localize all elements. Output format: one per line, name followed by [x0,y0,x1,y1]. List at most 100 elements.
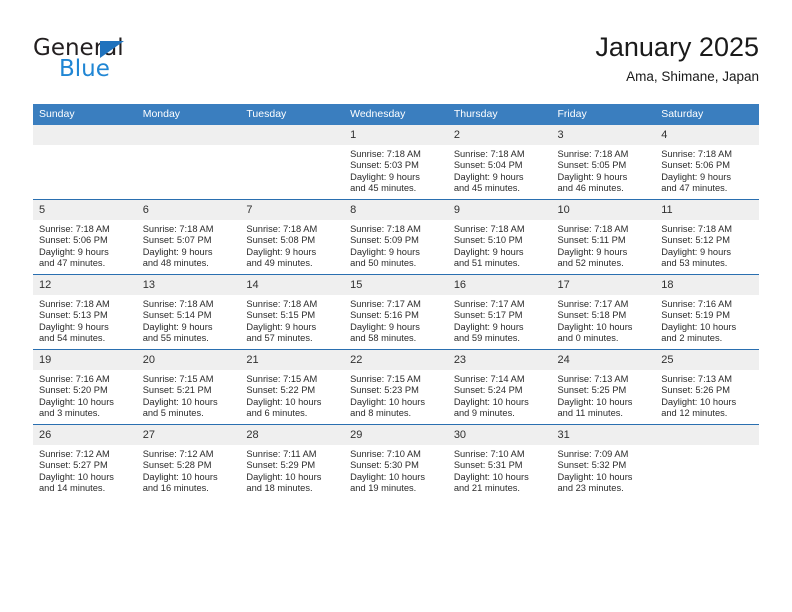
day-sun-info: Sunrise: 7:09 AM Sunset: 5:32 PM Daylight:… [552,445,656,495]
day-number: 25 [655,350,759,370]
day-sunset-text: Sunset: 5:08 PM [246,235,316,246]
day-sunset-text: Sunset: 5:12 PM [661,235,730,246]
day-sunrise-text: Sunrise: 7:18 AM [557,149,629,159]
day-sunset-text: Sunset: 5:29 PM [246,460,316,471]
calendar-day-cell[interactable]: 8 Sunrise: 7:18 AM Sunset: 5:09 PM Daylight… [344,199,448,275]
calendar-day-cell[interactable]: 25 Sunrise: 7:13 AM Sunset: 5:26 PM Dayligh… [655,349,759,425]
day-sunrise-text: Sunrise: 7:18 AM [39,224,110,234]
calendar-table: Sunday Monday Tuesday Wednesday Thursday Frid… [33,104,759,499]
day-sun-info: Sunrise: 7:18 AM Sunset: 5:14 PM Daylight:… [137,295,241,345]
day-daylight2-text: and 59 minutes. [453,333,520,344]
day-daylight1-text: Daylight: 9 hours [557,171,628,182]
day-daylight2-text: and 0 minutes. [557,333,619,344]
day-daylight2-text: and 6 minutes. [246,408,308,419]
day-daylight2-text: and 58 minutes. [350,333,417,344]
calendar-day-cell-empty [136,125,241,200]
calendar-day-cell[interactable]: 5 Sunrise: 7:18 AM Sunset: 5:06 PM Daylight… [33,199,137,275]
day-daylight1-text: Daylight: 9 hours [557,246,628,257]
calendar-day-cell[interactable]: 24 Sunrise: 7:13 AM Sunset: 5:25 PM Dayligh… [551,349,656,425]
day-sunset-text: Sunset: 5:23 PM [350,385,419,396]
calendar-day-cell-empty [240,125,345,200]
day-number: 23 [447,350,552,370]
page-subtitle: Ama, Shimane, Japan [626,69,759,84]
day-sun-info: Sunrise: 7:11 AM Sunset: 5:29 PM Daylight:… [240,445,344,495]
day-sunrise-text: Sunrise: 7:09 AM [557,449,629,459]
calendar-day-cell[interactable]: 4 Sunrise: 7:18 AM Sunset: 5:06 PM Daylight… [655,125,759,200]
day-number: 4 [655,125,759,145]
day-sunrise-text: Sunrise: 7:18 AM [661,149,733,159]
calendar-day-cell[interactable]: 13 Sunrise: 7:18 AM Sunset: 5:14 PM Dayligh… [136,274,241,350]
day-number: 7 [240,200,345,220]
day-sun-info: Sunrise: 7:18 AM Sunset: 5:07 PM Daylight:… [137,220,241,270]
calendar-day-cell[interactable]: 17 Sunrise: 7:17 AM Sunset: 5:18 PM Dayligh… [551,274,656,350]
day-sunrise-text: Sunrise: 7:10 AM [350,449,421,459]
day-sun-info: Sunrise: 7:16 AM Sunset: 5:20 PM Daylight:… [33,370,137,420]
day-sunset-text: Sunset: 5:14 PM [142,310,212,321]
logo-text-blue: Blue [59,56,110,82]
calendar-day-cell[interactable]: 1 Sunrise: 7:18 AM Sunset: 5:03 PM Daylight… [344,125,448,200]
weekday-header-wednesday: Wednesday [344,104,448,125]
calendar-day-cell[interactable]: 10 Sunrise: 7:18 AM Sunset: 5:11 PM Dayligh… [551,199,656,275]
day-sun-info: Sunrise: 7:18 AM Sunset: 5:03 PM Daylight:… [344,145,448,195]
day-sunset-text: Sunset: 5:32 PM [557,460,627,471]
calendar-day-cell[interactable]: 31 Sunrise: 7:09 AM Sunset: 5:32 PM Dayligh… [551,424,656,499]
calendar-page: General Blue January 2025 Ama, Shimane, … [0,0,792,612]
day-daylight1-text: Daylight: 10 hours [39,471,114,482]
day-sun-info: Sunrise: 7:12 AM Sunset: 5:28 PM Daylight:… [137,445,241,495]
day-number: 12 [33,275,137,295]
day-daylight1-text: Daylight: 9 hours [453,321,524,332]
calendar-day-cell[interactable]: 19 Sunrise: 7:16 AM Sunset: 5:20 PM Dayligh… [33,349,137,425]
day-sunset-text: Sunset: 5:26 PM [661,385,730,396]
day-sunrise-text: Sunrise: 7:13 AM [557,374,629,384]
day-sunset-text: Sunset: 5:18 PM [557,310,627,321]
day-sunset-text: Sunset: 5:06 PM [661,160,730,171]
calendar-day-cell[interactable]: 22 Sunrise: 7:15 AM Sunset: 5:23 PM Dayligh… [344,349,448,425]
calendar-day-cell[interactable]: 3 Sunrise: 7:18 AM Sunset: 5:05 PM Daylight… [551,125,656,200]
day-number: 3 [551,125,656,145]
day-number: 29 [344,425,448,445]
calendar-day-cell[interactable]: 30 Sunrise: 7:10 AM Sunset: 5:31 PM Dayligh… [447,424,552,499]
day-daylight1-text: Daylight: 9 hours [39,246,109,257]
calendar-day-cell[interactable]: 12 Sunrise: 7:18 AM Sunset: 5:13 PM Dayligh… [33,274,137,350]
day-sunset-text: Sunset: 5:13 PM [39,310,108,321]
day-sunset-text: Sunset: 5:21 PM [142,385,212,396]
day-sun-info: Sunrise: 7:18 AM Sunset: 5:05 PM Daylight:… [552,145,656,195]
calendar-day-cell[interactable]: 20 Sunrise: 7:15 AM Sunset: 5:21 PM Dayligh… [136,349,241,425]
day-sunrise-text: Sunrise: 7:15 AM [350,374,421,384]
calendar-week-row: 1 Sunrise: 7:18 AM Sunset: 5:03 PM Daylight… [33,125,759,200]
calendar-day-cell[interactable]: 23 Sunrise: 7:14 AM Sunset: 5:24 PM Dayligh… [447,349,552,425]
day-daylight1-text: Daylight: 10 hours [661,396,737,407]
calendar-day-cell[interactable]: 6 Sunrise: 7:18 AM Sunset: 5:07 PM Daylight… [136,199,241,275]
calendar-day-cell[interactable]: 21 Sunrise: 7:15 AM Sunset: 5:22 PM Dayligh… [240,349,345,425]
calendar-day-cell[interactable]: 7 Sunrise: 7:18 AM Sunset: 5:08 PM Daylight… [240,199,345,275]
calendar-day-cell[interactable]: 18 Sunrise: 7:16 AM Sunset: 5:19 PM Dayligh… [655,274,759,350]
day-sunset-text: Sunset: 5:28 PM [142,460,212,471]
day-number: 11 [655,200,759,220]
title-block: January 2025 Ama, Shimane, Japan [595,30,759,88]
calendar-day-cell[interactable]: 2 Sunrise: 7:18 AM Sunset: 5:04 PM Daylight… [447,125,552,200]
calendar-day-cell[interactable]: 29 Sunrise: 7:10 AM Sunset: 5:30 PM Dayligh… [344,424,448,499]
day-sun-info: Sunrise: 7:14 AM Sunset: 5:24 PM Daylight:… [448,370,552,420]
day-sunrise-text: Sunrise: 7:11 AM [246,449,317,459]
day-daylight2-text: and 11 minutes. [557,408,623,419]
day-daylight1-text: Daylight: 9 hours [453,171,524,182]
day-sun-info: Sunrise: 7:18 AM Sunset: 5:06 PM Daylight:… [33,220,137,270]
day-sun-info: Sunrise: 7:15 AM Sunset: 5:23 PM Daylight:… [344,370,448,420]
calendar-day-cell[interactable]: 28 Sunrise: 7:11 AM Sunset: 5:29 PM Dayligh… [240,424,345,499]
day-sun-info: Sunrise: 7:13 AM Sunset: 5:25 PM Daylight:… [552,370,656,420]
calendar-day-cell[interactable]: 16 Sunrise: 7:17 AM Sunset: 5:17 PM Dayligh… [447,274,552,350]
calendar-day-cell[interactable]: 27 Sunrise: 7:12 AM Sunset: 5:28 PM Dayligh… [136,424,241,499]
day-sunrise-text: Sunrise: 7:10 AM [453,449,525,459]
calendar-day-cell[interactable]: 9 Sunrise: 7:18 AM Sunset: 5:10 PM Daylight… [447,199,552,275]
calendar-day-cell[interactable]: 26 Sunrise: 7:12 AM Sunset: 5:27 PM Dayligh… [33,424,137,499]
day-sun-info: Sunrise: 7:18 AM Sunset: 5:13 PM Daylight:… [33,295,137,345]
calendar-day-cell-empty [655,424,759,499]
day-sunset-text: Sunset: 5:25 PM [557,385,627,396]
calendar-day-cell[interactable]: 14 Sunrise: 7:18 AM Sunset: 5:15 PM Dayligh… [240,274,345,350]
calendar-day-cell[interactable]: 11 Sunrise: 7:18 AM Sunset: 5:12 PM Dayligh… [655,199,759,275]
day-number: 19 [33,350,137,370]
day-number: 28 [240,425,345,445]
calendar-day-cell[interactable]: 15 Sunrise: 7:17 AM Sunset: 5:16 PM Dayligh… [344,274,448,350]
day-sunrise-text: Sunrise: 7:18 AM [246,224,318,234]
day-daylight2-text: and 55 minutes. [142,333,209,344]
